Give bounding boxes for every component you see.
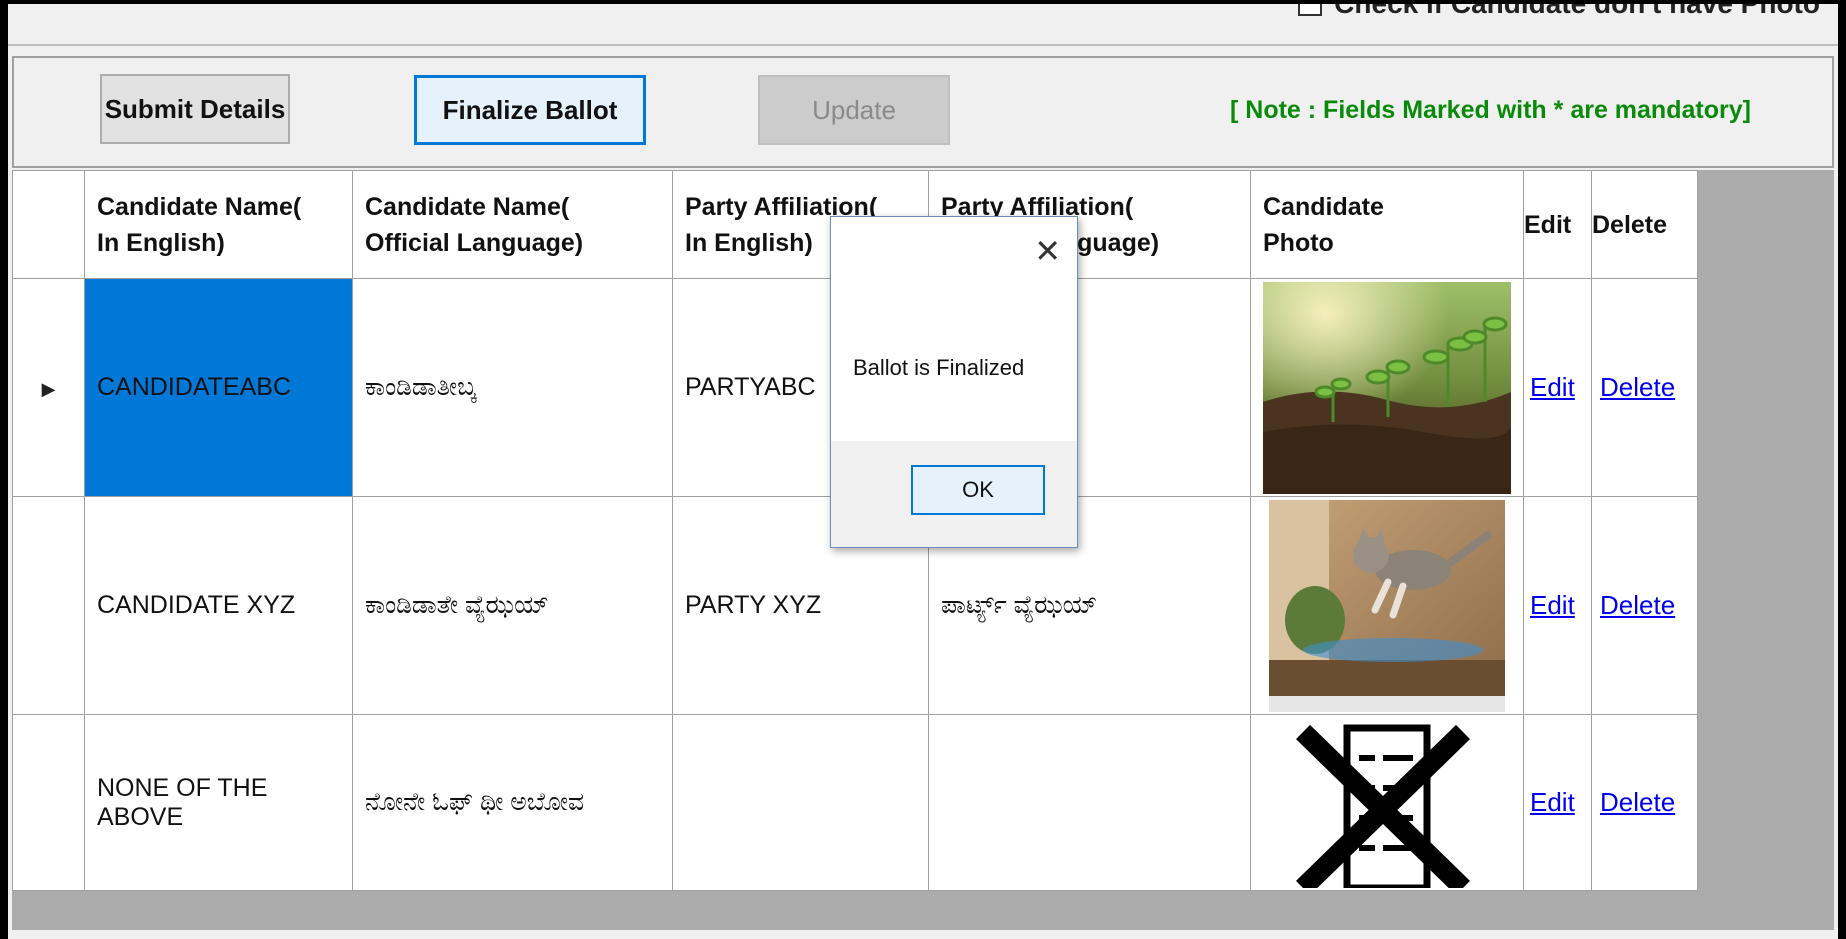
cell-name-en[interactable]: CANDIDATEABC	[84, 278, 353, 497]
no-photo-checkbox[interactable]	[1298, 4, 1323, 16]
col-header-photo[interactable]: Candidate Photo	[1250, 170, 1524, 279]
dialog-message: Ballot is Finalized	[853, 355, 1025, 380]
delete-link[interactable]: Delete	[1600, 372, 1675, 402]
seedlings-photo	[1263, 281, 1511, 494]
no-photo-checkbox-row[interactable]: Check if Candidate don't have Photo	[1298, 4, 1820, 20]
cell-delete: Delete	[1591, 714, 1698, 891]
finalize-ballot-button[interactable]: Finalize Ballot	[414, 75, 646, 145]
col-header-name-official[interactable]: Candidate Name(Official Language)	[352, 170, 673, 279]
cell-delete: Delete	[1591, 278, 1698, 497]
cell-edit: Edit	[1523, 714, 1592, 891]
cell-party-en[interactable]	[672, 714, 929, 891]
col-header-edit[interactable]: Edit	[1523, 170, 1592, 279]
ok-button[interactable]: OK	[911, 465, 1045, 515]
cell-party-official[interactable]	[928, 714, 1251, 891]
cell-name-en[interactable]: NONE OF THE ABOVE	[84, 714, 353, 891]
table-row[interactable]: NONE OF THE ABOVE ನೋನೇ ಓಫ್ ಥೀ ಅಬೋವ Edit …	[12, 714, 1698, 891]
update-button[interactable]: Update	[758, 75, 950, 145]
delete-link[interactable]: Delete	[1600, 787, 1675, 817]
cell-edit: Edit	[1523, 278, 1592, 497]
cell-photo[interactable]	[1250, 714, 1524, 891]
row-header[interactable]: ▶	[12, 278, 85, 497]
col-header-delete[interactable]: Delete	[1591, 170, 1698, 279]
cell-delete: Delete	[1591, 496, 1698, 715]
row-header[interactable]	[12, 714, 85, 891]
close-icon[interactable]: ✕	[1034, 235, 1061, 267]
message-dialog: ✕ Ballot is Finalized OK	[830, 216, 1078, 548]
cell-name-en[interactable]: CANDIDATE XYZ	[84, 496, 353, 715]
cat-photo	[1263, 499, 1511, 712]
edit-link[interactable]: Edit	[1530, 590, 1575, 620]
cell-edit: Edit	[1523, 496, 1592, 715]
row-header[interactable]	[12, 496, 85, 715]
mandatory-note: [ Note : Fields Marked with * are mandat…	[1230, 96, 1751, 124]
row-header-corner	[12, 170, 85, 279]
col-header-name-en[interactable]: Candidate Name(In English)	[84, 170, 353, 279]
delete-link[interactable]: Delete	[1600, 590, 1675, 620]
action-toolbar: Submit Details Finalize Ballot Update [ …	[12, 56, 1834, 168]
edit-link[interactable]: Edit	[1530, 787, 1575, 817]
app-window: Check if Candidate don't have Photo Subm…	[8, 4, 1838, 939]
nota-symbol	[1263, 717, 1511, 888]
edit-link[interactable]: Edit	[1530, 372, 1575, 402]
current-row-icon: ▶	[41, 379, 56, 399]
cell-name-official[interactable]: ನೋನೇ ಓಫ್ ಥೀ ಅಬೋವ	[352, 714, 673, 891]
top-strip: Check if Candidate don't have Photo	[8, 4, 1838, 46]
no-photo-checkbox-label: Check if Candidate don't have Photo	[1334, 4, 1820, 20]
cell-name-official[interactable]: ಕಾಂಡಿಡಾತೇ ವ್ಯೆಝಯ್	[352, 496, 673, 715]
cell-name-official[interactable]: ಕಾಂಡಿಡಾತೀಬ್ಕ	[352, 278, 673, 497]
cell-photo[interactable]	[1250, 496, 1524, 715]
submit-details-button[interactable]: Submit Details	[100, 74, 290, 144]
cell-photo[interactable]	[1250, 278, 1524, 497]
